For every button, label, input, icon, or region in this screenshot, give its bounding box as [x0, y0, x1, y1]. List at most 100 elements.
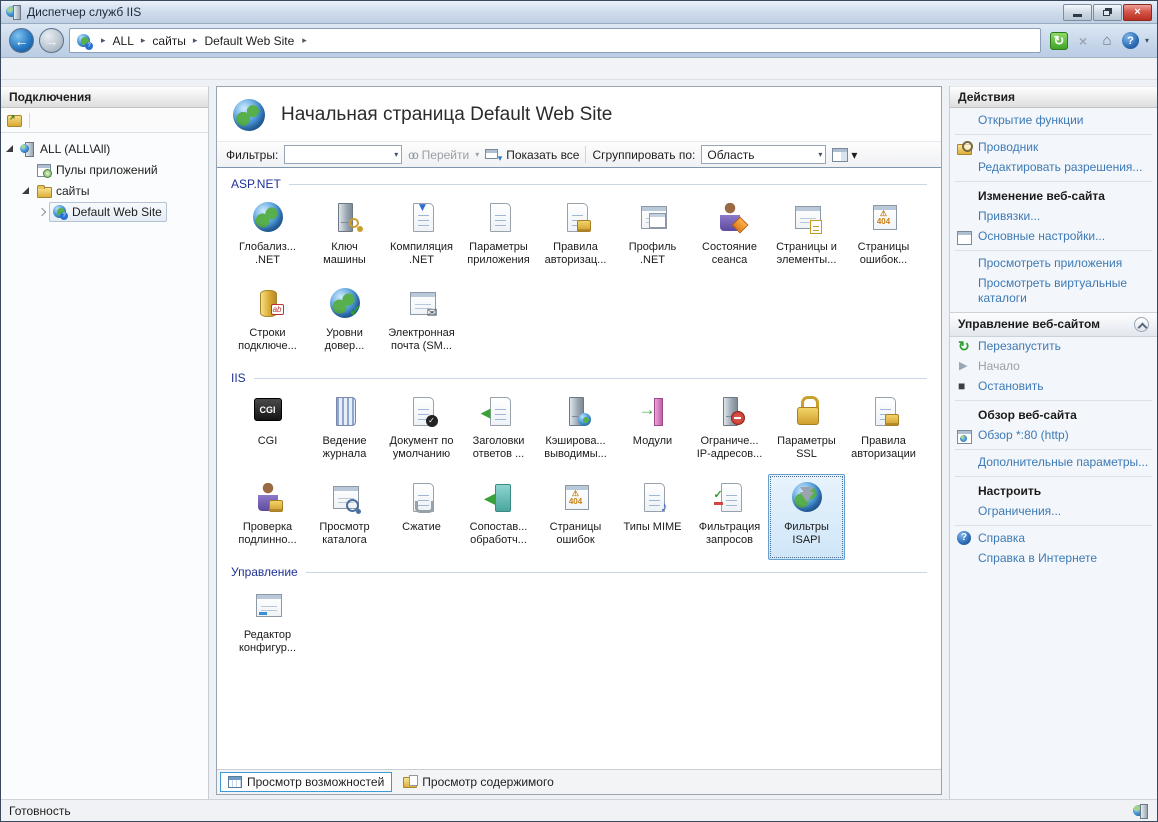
- action-row[interactable]: Дополнительные параметры...: [950, 453, 1157, 473]
- group-by-combobox[interactable]: Область ▾: [701, 145, 827, 164]
- go-dropdown-caret-icon[interactable]: ▾: [475, 150, 479, 159]
- tree-item[interactable]: сайты: [1, 180, 208, 201]
- go-button[interactable]: Перейти: [422, 148, 470, 162]
- action-row[interactable]: Справка: [950, 529, 1157, 549]
- view-mode-button[interactable]: ▾: [832, 147, 857, 162]
- toolbar-separator: [585, 146, 587, 163]
- filter-combobox[interactable]: ▾: [284, 145, 403, 164]
- refresh-icon[interactable]: ↻: [1049, 31, 1068, 50]
- tree-item[interactable]: ALL (ALL\All): [1, 138, 208, 159]
- stop-icon: [956, 379, 973, 395]
- restore-button[interactable]: [1093, 3, 1122, 21]
- forward-button[interactable]: →: [39, 28, 64, 53]
- save-connections-icon[interactable]: [6, 113, 23, 128]
- actions-panel: Действия Открытие функции Проводник Реда…: [949, 86, 1157, 799]
- back-button[interactable]: ←: [9, 28, 34, 53]
- tree-expander-icon[interactable]: [21, 186, 31, 196]
- feature-item[interactable]: Ограниче... IP-адресов...: [691, 388, 768, 474]
- feature-item[interactable]: Компиляция .NET: [383, 194, 460, 280]
- feature-item[interactable]: Заголовки ответов ...: [460, 388, 537, 474]
- feature-item[interactable]: Страницы ошибок: [537, 474, 614, 560]
- tree-item[interactable]: Default Web Site: [1, 201, 208, 222]
- feature-item[interactable]: Электронная почта (SM...: [383, 280, 460, 366]
- action-row[interactable]: Начало: [950, 357, 1157, 377]
- help-icon[interactable]: ?: [1121, 32, 1139, 49]
- feature-item[interactable]: Ведение журнала: [306, 388, 383, 474]
- feature-item[interactable]: Типы MIME: [614, 474, 691, 560]
- feature-item[interactable]: Состояние сеанса: [691, 194, 768, 280]
- tree-expander-icon[interactable]: [5, 144, 15, 154]
- close-button[interactable]: ×: [1123, 3, 1152, 21]
- help-dropdown-caret-icon[interactable]: ▾: [1145, 36, 1149, 45]
- feature-item[interactable]: Параметры SSL: [768, 388, 845, 474]
- action-row[interactable]: Проводник: [950, 138, 1157, 158]
- tab-content-view[interactable]: Просмотр содержимого: [395, 772, 561, 792]
- feature-item[interactable]: Правила авторизации: [845, 388, 922, 474]
- action-row[interactable]: Просмотреть виртуальные каталоги: [950, 274, 1157, 308]
- feature-item[interactable]: CGI: [229, 388, 306, 474]
- server-icon: [20, 141, 36, 157]
- menu-item[interactable]: [9, 67, 27, 71]
- feature-item[interactable]: Правила авторизац...: [537, 194, 614, 280]
- action-row[interactable]: Ограничения...: [950, 502, 1157, 522]
- feature-item[interactable]: Уровни довер...: [306, 280, 383, 366]
- action-row[interactable]: Изменение веб-сайта: [950, 185, 1157, 207]
- tree-expander-icon[interactable]: [37, 207, 47, 217]
- stop-icon[interactable]: ×: [1074, 32, 1092, 50]
- action-label: Дополнительные параметры...: [978, 455, 1149, 469]
- breadcrumb-item[interactable]: Default Web Site: [202, 33, 296, 49]
- action-row[interactable]: Настроить: [950, 480, 1157, 502]
- minimize-button[interactable]: [1063, 3, 1092, 21]
- site-home-globe-icon: [233, 99, 265, 131]
- feature-item[interactable]: Параметры приложения: [460, 194, 537, 280]
- action-row[interactable]: Редактировать разрешения...: [950, 158, 1157, 178]
- feature-item[interactable]: Ключ машины: [306, 194, 383, 280]
- feature-item[interactable]: Строки подключе...: [229, 280, 306, 366]
- breadcrumb-item[interactable]: сайты: [150, 33, 188, 49]
- action-row[interactable]: Привязки...: [950, 207, 1157, 227]
- collapse-chevron-icon[interactable]: [1134, 317, 1149, 332]
- net-profile-icon: [636, 200, 670, 234]
- feature-item[interactable]: Модули: [614, 388, 691, 474]
- action-icon: [956, 160, 973, 176]
- feature-label: Правила авторизац...: [544, 241, 607, 266]
- show-all-button[interactable]: Показать все: [506, 148, 579, 162]
- tree-item[interactable]: Пулы приложений: [1, 159, 208, 180]
- feature-item[interactable]: Сжатие: [383, 474, 460, 560]
- feature-item[interactable]: Кэширова... выводимы...: [537, 388, 614, 474]
- breadcrumb-item[interactable]: ALL: [111, 33, 136, 49]
- menu-item[interactable]: [49, 67, 67, 71]
- action-row[interactable]: Обзор *:80 (http): [950, 426, 1157, 446]
- group-title: ASP.NET: [231, 177, 281, 191]
- connection-strings-icon: [251, 286, 285, 320]
- feature-label: Модули: [632, 435, 673, 447]
- action-row[interactable]: Обзор веб-сайта: [950, 404, 1157, 426]
- action-row[interactable]: Открытие функции: [950, 111, 1157, 131]
- feature-item[interactable]: Проверка подлинно...: [229, 474, 306, 560]
- tab-features-view[interactable]: Просмотр возможностей: [220, 772, 393, 792]
- feature-item[interactable]: Глобализ... .NET: [229, 194, 306, 280]
- action-row[interactable]: Основные настройки...: [950, 227, 1157, 247]
- feature-item[interactable]: Сопостав... обработч...: [460, 474, 537, 560]
- home-icon[interactable]: ⌂: [1098, 32, 1116, 50]
- center-column: Начальная страница Default Web Site Филь…: [216, 86, 942, 795]
- feature-item[interactable]: Профиль .NET: [614, 194, 691, 280]
- action-row[interactable]: Просмотреть приложения: [950, 254, 1157, 274]
- feature-item[interactable]: Страницы ошибок...: [845, 194, 922, 280]
- action-row[interactable]: Остановить: [950, 377, 1157, 397]
- connections-panel: Подключения ALL (ALL\All): [1, 86, 209, 799]
- menu-item[interactable]: [29, 67, 47, 71]
- feature-item[interactable]: Просмотр каталога: [306, 474, 383, 560]
- feature-item[interactable]: Редактор конфигур...: [229, 582, 306, 668]
- action-icon: [956, 455, 973, 471]
- http-response-headers-icon: [481, 394, 516, 428]
- feature-label: Электронная почта (SM...: [388, 327, 455, 352]
- feature-item[interactable]: Документ по умолчанию: [383, 388, 460, 474]
- address-bar[interactable]: ALL сайты Default Web Site ▸: [69, 28, 1041, 53]
- feature-item[interactable]: Фильтры ISAPI: [768, 474, 845, 560]
- feature-item[interactable]: Страницы и элементы...: [768, 194, 845, 280]
- action-row[interactable]: Перезапустить: [950, 337, 1157, 357]
- feature-label: Профиль .NET: [628, 241, 677, 266]
- action-row[interactable]: Справка в Интернете: [950, 549, 1157, 569]
- feature-item[interactable]: Фильтрация запросов: [691, 474, 768, 560]
